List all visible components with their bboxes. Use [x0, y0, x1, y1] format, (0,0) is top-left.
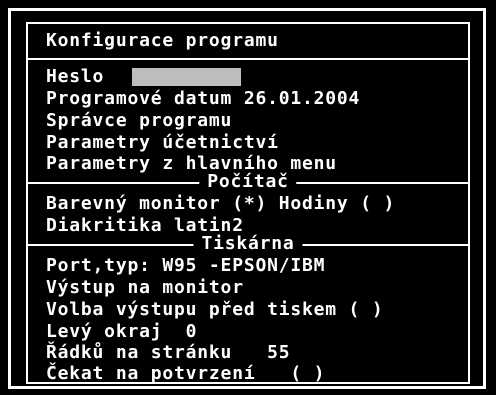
output-monitor-item[interactable]: Výstup na monitor	[46, 279, 244, 297]
password-field[interactable]	[132, 68, 241, 86]
dialog-title: Konfigurace programu	[46, 30, 279, 51]
accounting-params-item[interactable]: Parametry účetnictví	[46, 134, 279, 152]
main-menu-params-item[interactable]: Parametry z hlavního menu	[46, 155, 337, 173]
lines-per-page-field[interactable]: Řádků na stránku 55	[46, 344, 290, 362]
printer-section-title: Tiskárna	[193, 235, 303, 253]
computer-section-title: Počítač	[199, 173, 297, 191]
admin-item[interactable]: Správce programu	[46, 112, 232, 130]
confirm-wait-option[interactable]: Čekat na potvrzení ( )	[46, 365, 325, 383]
header-separator	[26, 58, 470, 60]
computer-section-header: Počítač	[28, 172, 468, 192]
program-date-item[interactable]: Programové datum 26.01.2004	[46, 90, 360, 108]
password-label: Heslo	[46, 66, 105, 87]
port-type-item[interactable]: Port,typ: W95 -EPSON/IBM	[46, 257, 325, 275]
left-margin-field[interactable]: Levý okraj 0	[46, 323, 197, 341]
color-monitor-option[interactable]: Barevný monitor (*) Hodiny ( )	[46, 195, 395, 213]
printer-section-header: Tiskárna	[28, 234, 468, 254]
output-choice-option[interactable]: Volba výstupu před tiskem ( )	[46, 301, 383, 319]
